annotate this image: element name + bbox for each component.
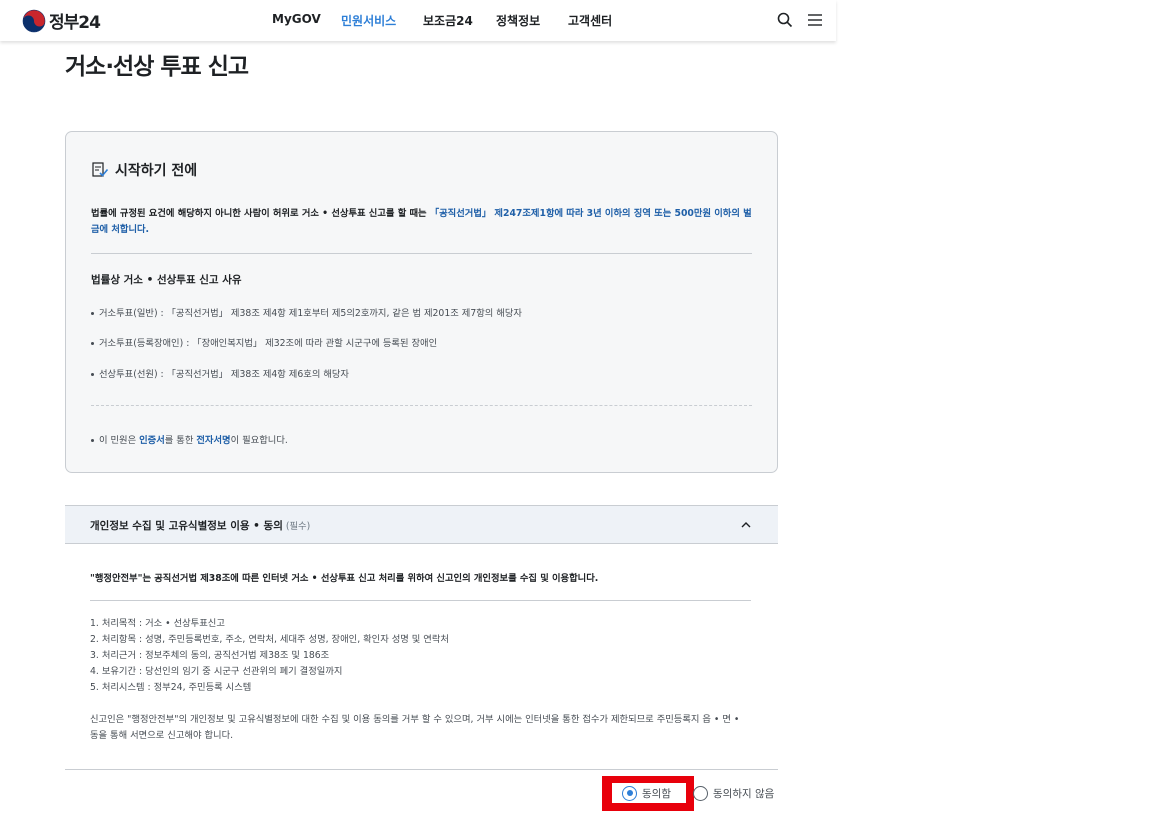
nav-customer-center[interactable]: 고객센터 (568, 12, 612, 29)
list-item: 5. 처리시스템 : 정부24, 주민등록 시스템 (90, 682, 252, 693)
consent-accordion-header[interactable]: 개인정보 수집 및 고유식별정보 이용 • 동의 (필수) (65, 505, 778, 544)
reason-item: 선상투표(선원) : 「공직선거법」 제38조 제4항 제6호의 해당자 (91, 366, 349, 380)
list-item: 1. 처리목적 : 거소 • 선상투표신고 (90, 618, 225, 629)
checklist-icon (92, 162, 109, 177)
penalty-warning-text: 법률에 규정된 요건에 해당하지 아니한 사람이 허위로 거소 • 선상투표 신… (91, 208, 430, 219)
nav-subsidy24[interactable]: 보조금24 (423, 12, 473, 29)
search-icon[interactable] (776, 11, 794, 29)
list-item: 3. 처리근거 : 정보주체의 동의, 공직선거법 제38조 및 186조 (90, 650, 330, 661)
certificate-requirement: 이 민원은 인증서를 통한 전자서명이 필요합니다. (91, 432, 288, 446)
agree-radio[interactable]: 동의함 (612, 783, 686, 803)
nav-mygov[interactable]: MyGOV (272, 12, 321, 26)
disagree-label[interactable]: 동의하지 않음 (713, 786, 774, 801)
reasons-title: 법률상 거소 • 선상투표 신고 사유 (91, 274, 242, 286)
page-title: 거소·선상 투표 신고 (65, 54, 249, 80)
e-signature-term: 전자서명 (196, 435, 231, 446)
disagree-radio[interactable]: 동의하지 않음 (693, 783, 774, 803)
refusal-notice: 신고인은 "행정안전부"의 개인정보 및 고유식별정보에 대한 수집 및 이용 … (90, 714, 740, 741)
agency-statement: "행정안전부"는 공직선거법 제38조에 따른 인터넷 거소 • 선상투표 신고… (90, 573, 599, 584)
reason-item: 거소투표(일반) : 「공직선거법」 제38조 제4항 제1호부터 제5의2호까… (91, 305, 522, 319)
list-item: 2. 처리항목 : 성명, 주민등록번호, 주소, 연락처, 세대주 성명, 장… (90, 634, 449, 645)
menu-icon[interactable] (806, 11, 824, 29)
agree-label[interactable]: 동의함 (642, 786, 671, 801)
notice-title: 시작하기 전에 (115, 163, 198, 179)
list-item: 4. 보유기간 : 당선인의 임기 중 시군구 선관위의 폐기 결정일까지 (90, 666, 343, 677)
main-nav: MyGOV 민원서비스 보조금24 정책정보 고객센터 (0, 12, 836, 28)
reason-item: 거소투표(등록장애인) : 「장애인복지법」 제32조에 따라 관할 시군구에 … (91, 335, 437, 349)
radio-unselected-icon[interactable] (693, 785, 708, 801)
chevron-up-icon[interactable] (740, 519, 752, 531)
nav-civil-service[interactable]: 민원서비스 (341, 12, 396, 29)
before-start-notice: 시작하기 전에 법률에 규정된 요건에 해당하지 아니한 사람이 허위로 거소 … (65, 131, 778, 473)
divider (90, 600, 751, 601)
divider (91, 253, 752, 254)
required-label: (필수) (285, 521, 311, 532)
certificate-term: 인증서 (139, 435, 165, 446)
consent-accordion-body: "행정안전부"는 공직선거법 제38조에 따른 인터넷 거소 • 선상투표 신고… (65, 544, 778, 770)
nav-policy-info[interactable]: 정책정보 (496, 12, 540, 29)
consent-title: 개인정보 수집 및 고유식별정보 이용 • 동의 (필수) (90, 520, 311, 532)
penalty-warning: 법률에 규정된 요건에 해당하지 아니한 사람이 허위로 거소 • 선상투표 신… (91, 206, 756, 238)
consent-item-list: 1. 처리목적 : 거소 • 선상투표신고 2. 처리항목 : 성명, 주민등록… (90, 616, 449, 696)
radio-selected-icon[interactable] (622, 785, 637, 801)
notice-header: 시작하기 전에 (91, 160, 197, 180)
site-header: 정부24 MyGOV 민원서비스 보조금24 정책정보 고객센터 (0, 0, 836, 41)
dashed-divider (91, 405, 752, 406)
